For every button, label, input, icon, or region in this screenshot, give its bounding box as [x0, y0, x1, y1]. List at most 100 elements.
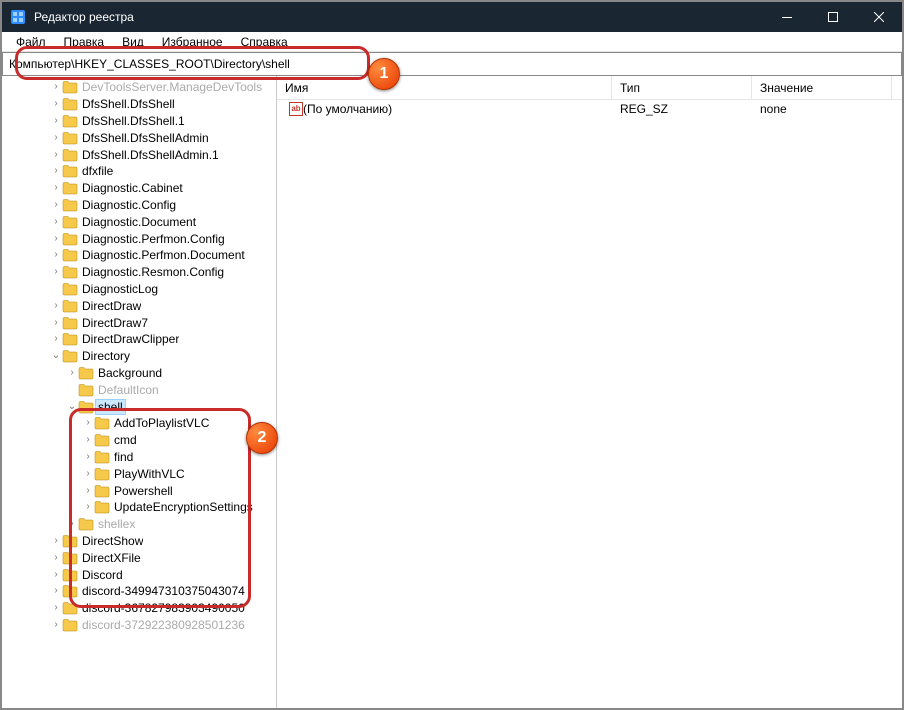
tree-item[interactable]: ›DirectShow: [2, 533, 276, 550]
tree-item[interactable]: ›DfsShell.DfsShell: [2, 96, 276, 113]
folder-icon: [94, 416, 110, 430]
titlebar: Редактор реестра: [2, 2, 902, 32]
list-row[interactable]: ab (По умолчанию)REG_SZnone: [277, 100, 902, 118]
menu-справка[interactable]: Справка: [233, 33, 296, 51]
column-header[interactable]: Имя: [277, 76, 612, 99]
chevron-right-icon[interactable]: ›: [50, 536, 62, 546]
tree-item[interactable]: ›Diagnostic.Perfmon.Config: [2, 230, 276, 247]
column-header[interactable]: Значение: [752, 76, 892, 99]
folder-icon: [62, 316, 78, 330]
folder-icon: [62, 80, 78, 94]
minimize-button[interactable]: [764, 2, 810, 32]
maximize-button[interactable]: [810, 2, 856, 32]
tree-item-label: Diagnostic.Document: [82, 215, 196, 229]
tree-item-label: DefaultIcon: [98, 383, 159, 397]
folder-icon: [62, 601, 78, 615]
chevron-right-icon[interactable]: ›: [50, 553, 62, 563]
menu-правка[interactable]: Правка: [56, 33, 113, 51]
folder-icon: [78, 383, 94, 397]
column-header[interactable]: Тип: [612, 76, 752, 99]
chevron-right-icon[interactable]: ›: [50, 318, 62, 328]
tree-item-label: DirectDrawClipper: [82, 332, 179, 346]
tree-item[interactable]: ›shellex: [2, 516, 276, 533]
folder-icon: [62, 97, 78, 111]
chevron-right-icon[interactable]: ›: [50, 301, 62, 311]
tree-item[interactable]: ›find: [2, 449, 276, 466]
tree-item[interactable]: › Discord: [2, 566, 276, 583]
chevron-right-icon[interactable]: ›: [50, 603, 62, 613]
chevron-right-icon[interactable]: ›: [50, 334, 62, 344]
chevron-right-icon[interactable]: ›: [50, 99, 62, 109]
chevron-right-icon[interactable]: ›: [50, 133, 62, 143]
tree-item-label: Powershell: [114, 484, 173, 498]
tree-item-label: shell: [95, 399, 126, 415]
tree-item[interactable]: DefaultIcon: [2, 381, 276, 398]
chevron-down-icon[interactable]: ⌄: [66, 402, 78, 412]
list-pane[interactable]: ИмяТипЗначение ab (По умолчанию)REG_SZno…: [277, 76, 902, 708]
tree-item[interactable]: ›AddToPlaylistVLC: [2, 415, 276, 432]
tree-item[interactable]: ›DfsShell.DfsShellAdmin.1: [2, 146, 276, 163]
menu-избранное[interactable]: Избранное: [154, 33, 231, 51]
value-type: REG_SZ: [612, 102, 752, 116]
tree-item[interactable]: ›DfsShell.DfsShell.1: [2, 113, 276, 130]
chevron-right-icon[interactable]: ›: [82, 452, 94, 462]
chevron-down-icon[interactable]: ⌄: [50, 351, 62, 361]
chevron-right-icon[interactable]: ›: [50, 82, 62, 92]
tree-item[interactable]: ›DevToolsServer.ManageDevTools: [2, 79, 276, 96]
chevron-right-icon[interactable]: ›: [82, 486, 94, 496]
chevron-right-icon[interactable]: ›: [50, 234, 62, 244]
close-button[interactable]: [856, 2, 902, 32]
chevron-right-icon[interactable]: ›: [66, 368, 78, 378]
chevron-right-icon[interactable]: ›: [50, 267, 62, 277]
menu-вид[interactable]: Вид: [114, 33, 152, 51]
tree-item[interactable]: ⌄ shell: [2, 398, 276, 415]
folder-icon: [62, 198, 78, 212]
chevron-right-icon[interactable]: ›: [50, 620, 62, 630]
tree-item[interactable]: › Powershell: [2, 482, 276, 499]
tree-item-label: discord-367827983903490050: [82, 601, 245, 615]
chevron-right-icon[interactable]: ›: [66, 519, 78, 529]
tree-item[interactable]: ›cmd: [2, 432, 276, 449]
tree-pane[interactable]: ›DevToolsServer.ManageDevTools›DfsShell.…: [2, 76, 277, 708]
menu-файл[interactable]: Файл: [8, 33, 54, 51]
tree-item[interactable]: ›Diagnostic.Perfmon.Document: [2, 247, 276, 264]
chevron-right-icon[interactable]: ›: [50, 586, 62, 596]
tree-item[interactable]: ›DirectDraw: [2, 297, 276, 314]
tree-item[interactable]: ›discord-372922380928501236: [2, 617, 276, 634]
tree-item[interactable]: › DfsShell.DfsShellAdmin: [2, 129, 276, 146]
chevron-right-icon[interactable]: ›: [82, 418, 94, 428]
tree-item[interactable]: ⌄Directory: [2, 348, 276, 365]
tree-item[interactable]: ›PlayWithVLC: [2, 465, 276, 482]
chevron-right-icon[interactable]: ›: [82, 469, 94, 479]
tree-item-label: Diagnostic.Cabinet: [82, 181, 183, 195]
app-icon: [10, 9, 26, 25]
tree-item[interactable]: ›Diagnostic.Resmon.Config: [2, 264, 276, 281]
tree-item[interactable]: DiagnosticLog: [2, 281, 276, 298]
tree-item[interactable]: ›UpdateEncryptionSettings: [2, 499, 276, 516]
chevron-right-icon[interactable]: ›: [50, 200, 62, 210]
address-bar[interactable]: Компьютер\HKEY_CLASSES_ROOT\Directory\sh…: [2, 52, 902, 76]
tree-item[interactable]: › Diagnostic.Document: [2, 213, 276, 230]
chevron-right-icon[interactable]: ›: [50, 116, 62, 126]
chevron-right-icon[interactable]: ›: [50, 570, 62, 580]
tree-item[interactable]: ›DirectXFile: [2, 549, 276, 566]
tree-item[interactable]: › discord-367827983903490050: [2, 600, 276, 617]
chevron-right-icon[interactable]: ›: [82, 435, 94, 445]
chevron-right-icon[interactable]: ›: [50, 217, 62, 227]
tree-item-label: Discord: [82, 568, 123, 582]
chevron-right-icon[interactable]: ›: [50, 250, 62, 260]
tree-item[interactable]: › DirectDrawClipper: [2, 331, 276, 348]
chevron-right-icon[interactable]: ›: [50, 166, 62, 176]
folder-icon: [62, 551, 78, 565]
tree-item[interactable]: ›Background: [2, 365, 276, 382]
tree-item-label: DfsShell.DfsShellAdmin: [82, 131, 209, 145]
chevron-right-icon[interactable]: ›: [50, 150, 62, 160]
chevron-right-icon[interactable]: ›: [50, 183, 62, 193]
tree-item[interactable]: ›discord-349947310375043074: [2, 583, 276, 600]
tree-item[interactable]: ›Diagnostic.Config: [2, 197, 276, 214]
folder-icon: [62, 265, 78, 279]
tree-item[interactable]: › Diagnostic.Cabinet: [2, 180, 276, 197]
tree-item[interactable]: ›DirectDraw7: [2, 314, 276, 331]
chevron-right-icon[interactable]: ›: [82, 502, 94, 512]
tree-item[interactable]: ›dfxfile: [2, 163, 276, 180]
